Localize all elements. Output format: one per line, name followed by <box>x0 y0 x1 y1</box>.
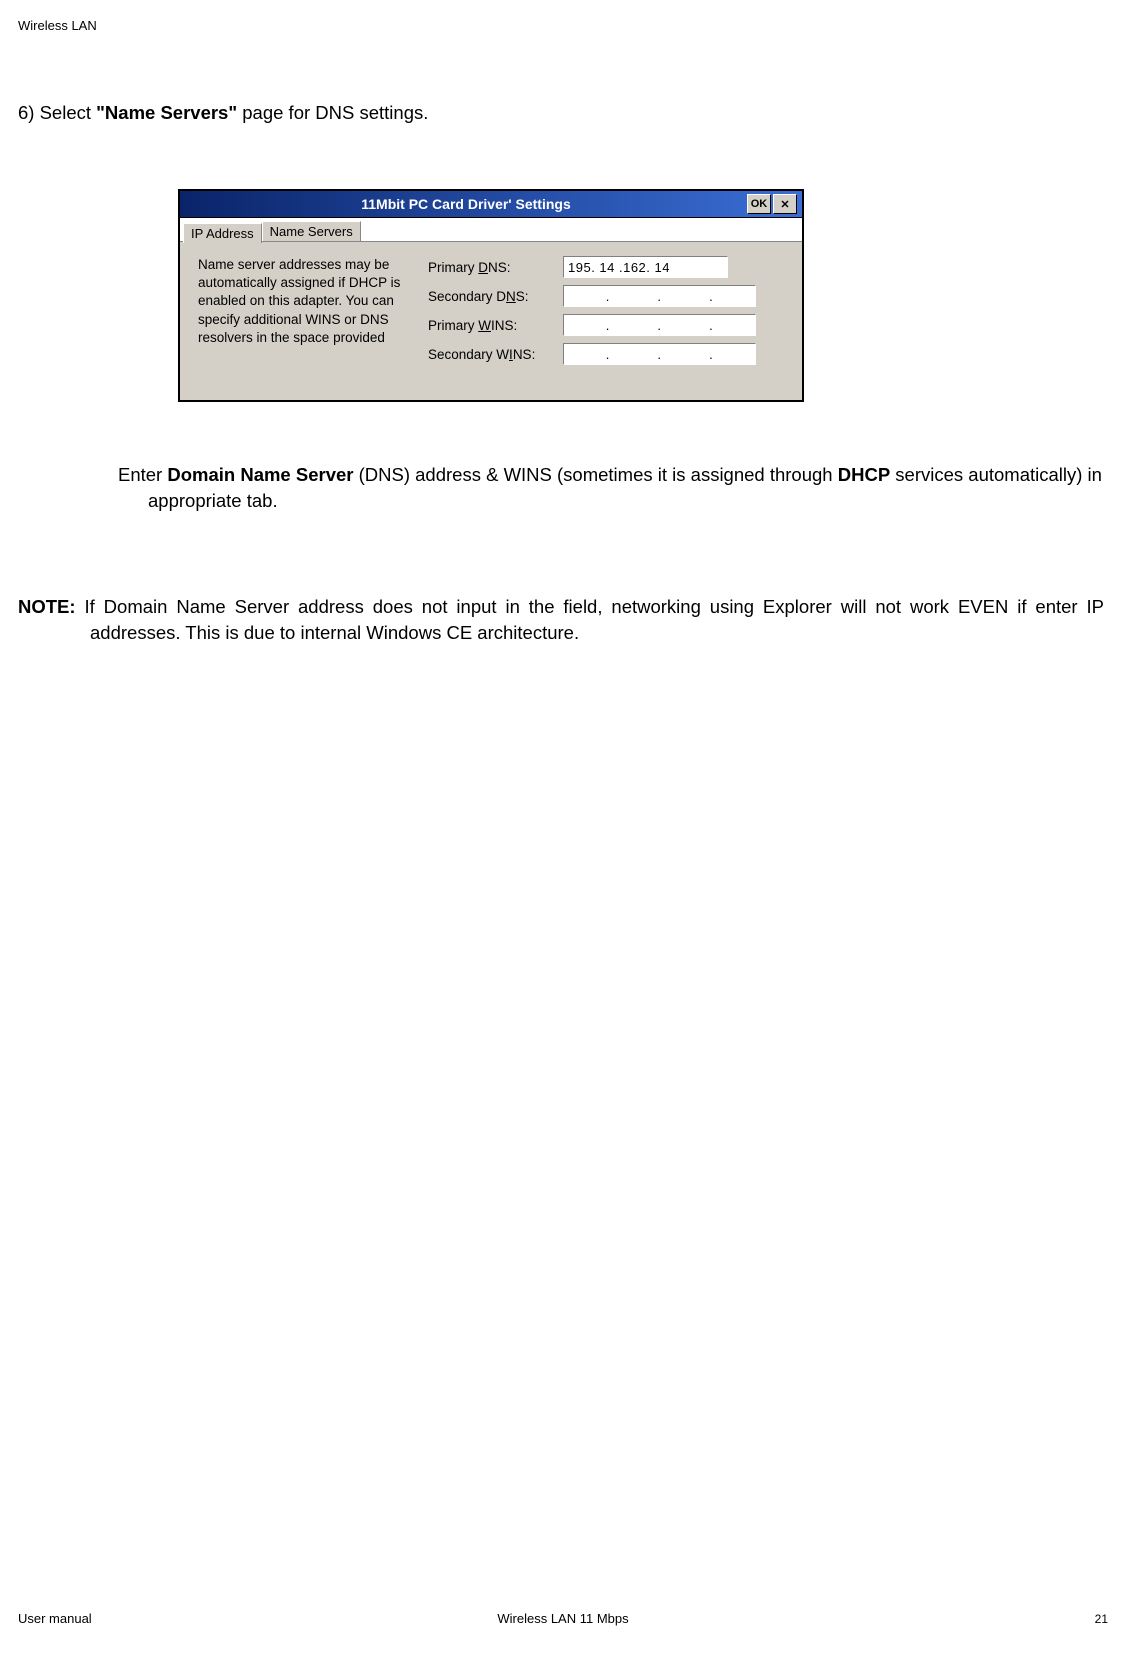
footer-center: Wireless LAN 11 Mbps <box>18 1611 1108 1626</box>
page-content: 6) Select "Name Servers" page for DNS se… <box>18 102 1114 646</box>
row-primary-dns: Primary DNS: 195. 14 .162. 14 <box>428 256 784 278</box>
fields-column: Primary DNS: 195. 14 .162. 14 Secondary … <box>428 256 784 372</box>
row-secondary-dns: Secondary DNS: ... <box>428 285 784 307</box>
step-line: 6) Select "Name Servers" page for DNS se… <box>18 102 1114 124</box>
tab-name-servers[interactable]: Name Servers <box>262 221 361 241</box>
page-header-text: Wireless LAN <box>18 18 97 33</box>
enter-paragraph: Enter Domain Name Server (DNS) address &… <box>18 462 1104 514</box>
enter-pre: Enter <box>118 464 167 485</box>
row-primary-wins: Primary WINS: ... <box>428 314 784 336</box>
row-secondary-wins: Secondary WINS: ... <box>428 343 784 365</box>
note-text: If Domain Name Server address does not i… <box>76 596 1104 643</box>
titlebar-buttons: OK ✕ <box>747 194 797 214</box>
enter-mid: (DNS) address & WINS (sometimes it is as… <box>353 464 837 485</box>
panel-body: Name server addresses may be automatical… <box>180 242 802 400</box>
tab-bar: IP Address Name Servers <box>180 218 802 242</box>
step-prefix: 6) Select <box>18 102 96 123</box>
dialog-screenshot: 11Mbit PC Card Driver' Settings OK ✕ IP … <box>178 189 1114 402</box>
label-primary-wins: Primary WINS: <box>428 318 563 333</box>
label-secondary-wins: Secondary WINS: <box>428 347 563 362</box>
label-primary-dns: Primary DNS: <box>428 260 563 275</box>
window-titlebar: 11Mbit PC Card Driver' Settings OK ✕ <box>180 191 802 218</box>
close-button[interactable]: ✕ <box>773 194 797 214</box>
ok-button[interactable]: OK <box>747 194 771 214</box>
input-primary-wins[interactable]: ... <box>563 314 756 336</box>
step-rest: page for DNS settings. <box>237 102 428 123</box>
info-text: Name server addresses may be automatical… <box>198 256 408 372</box>
enter-b2: DHCP <box>838 464 890 485</box>
enter-b1: Domain Name Server <box>167 464 353 485</box>
input-primary-dns[interactable]: 195. 14 .162. 14 <box>563 256 728 278</box>
window-title: 11Mbit PC Card Driver' Settings <box>185 196 747 212</box>
page-footer: User manual Wireless LAN 11 Mbps 21 <box>18 1611 1108 1626</box>
step-bold: "Name Servers" <box>96 102 237 123</box>
settings-window: 11Mbit PC Card Driver' Settings OK ✕ IP … <box>178 189 804 402</box>
label-secondary-dns: Secondary DNS: <box>428 289 563 304</box>
input-secondary-wins[interactable]: ... <box>563 343 756 365</box>
note-label: NOTE: <box>18 596 76 617</box>
input-secondary-dns[interactable]: ... <box>563 285 756 307</box>
note-paragraph: NOTE: If Domain Name Server address does… <box>18 594 1104 646</box>
tab-ip-address[interactable]: IP Address <box>183 223 262 243</box>
